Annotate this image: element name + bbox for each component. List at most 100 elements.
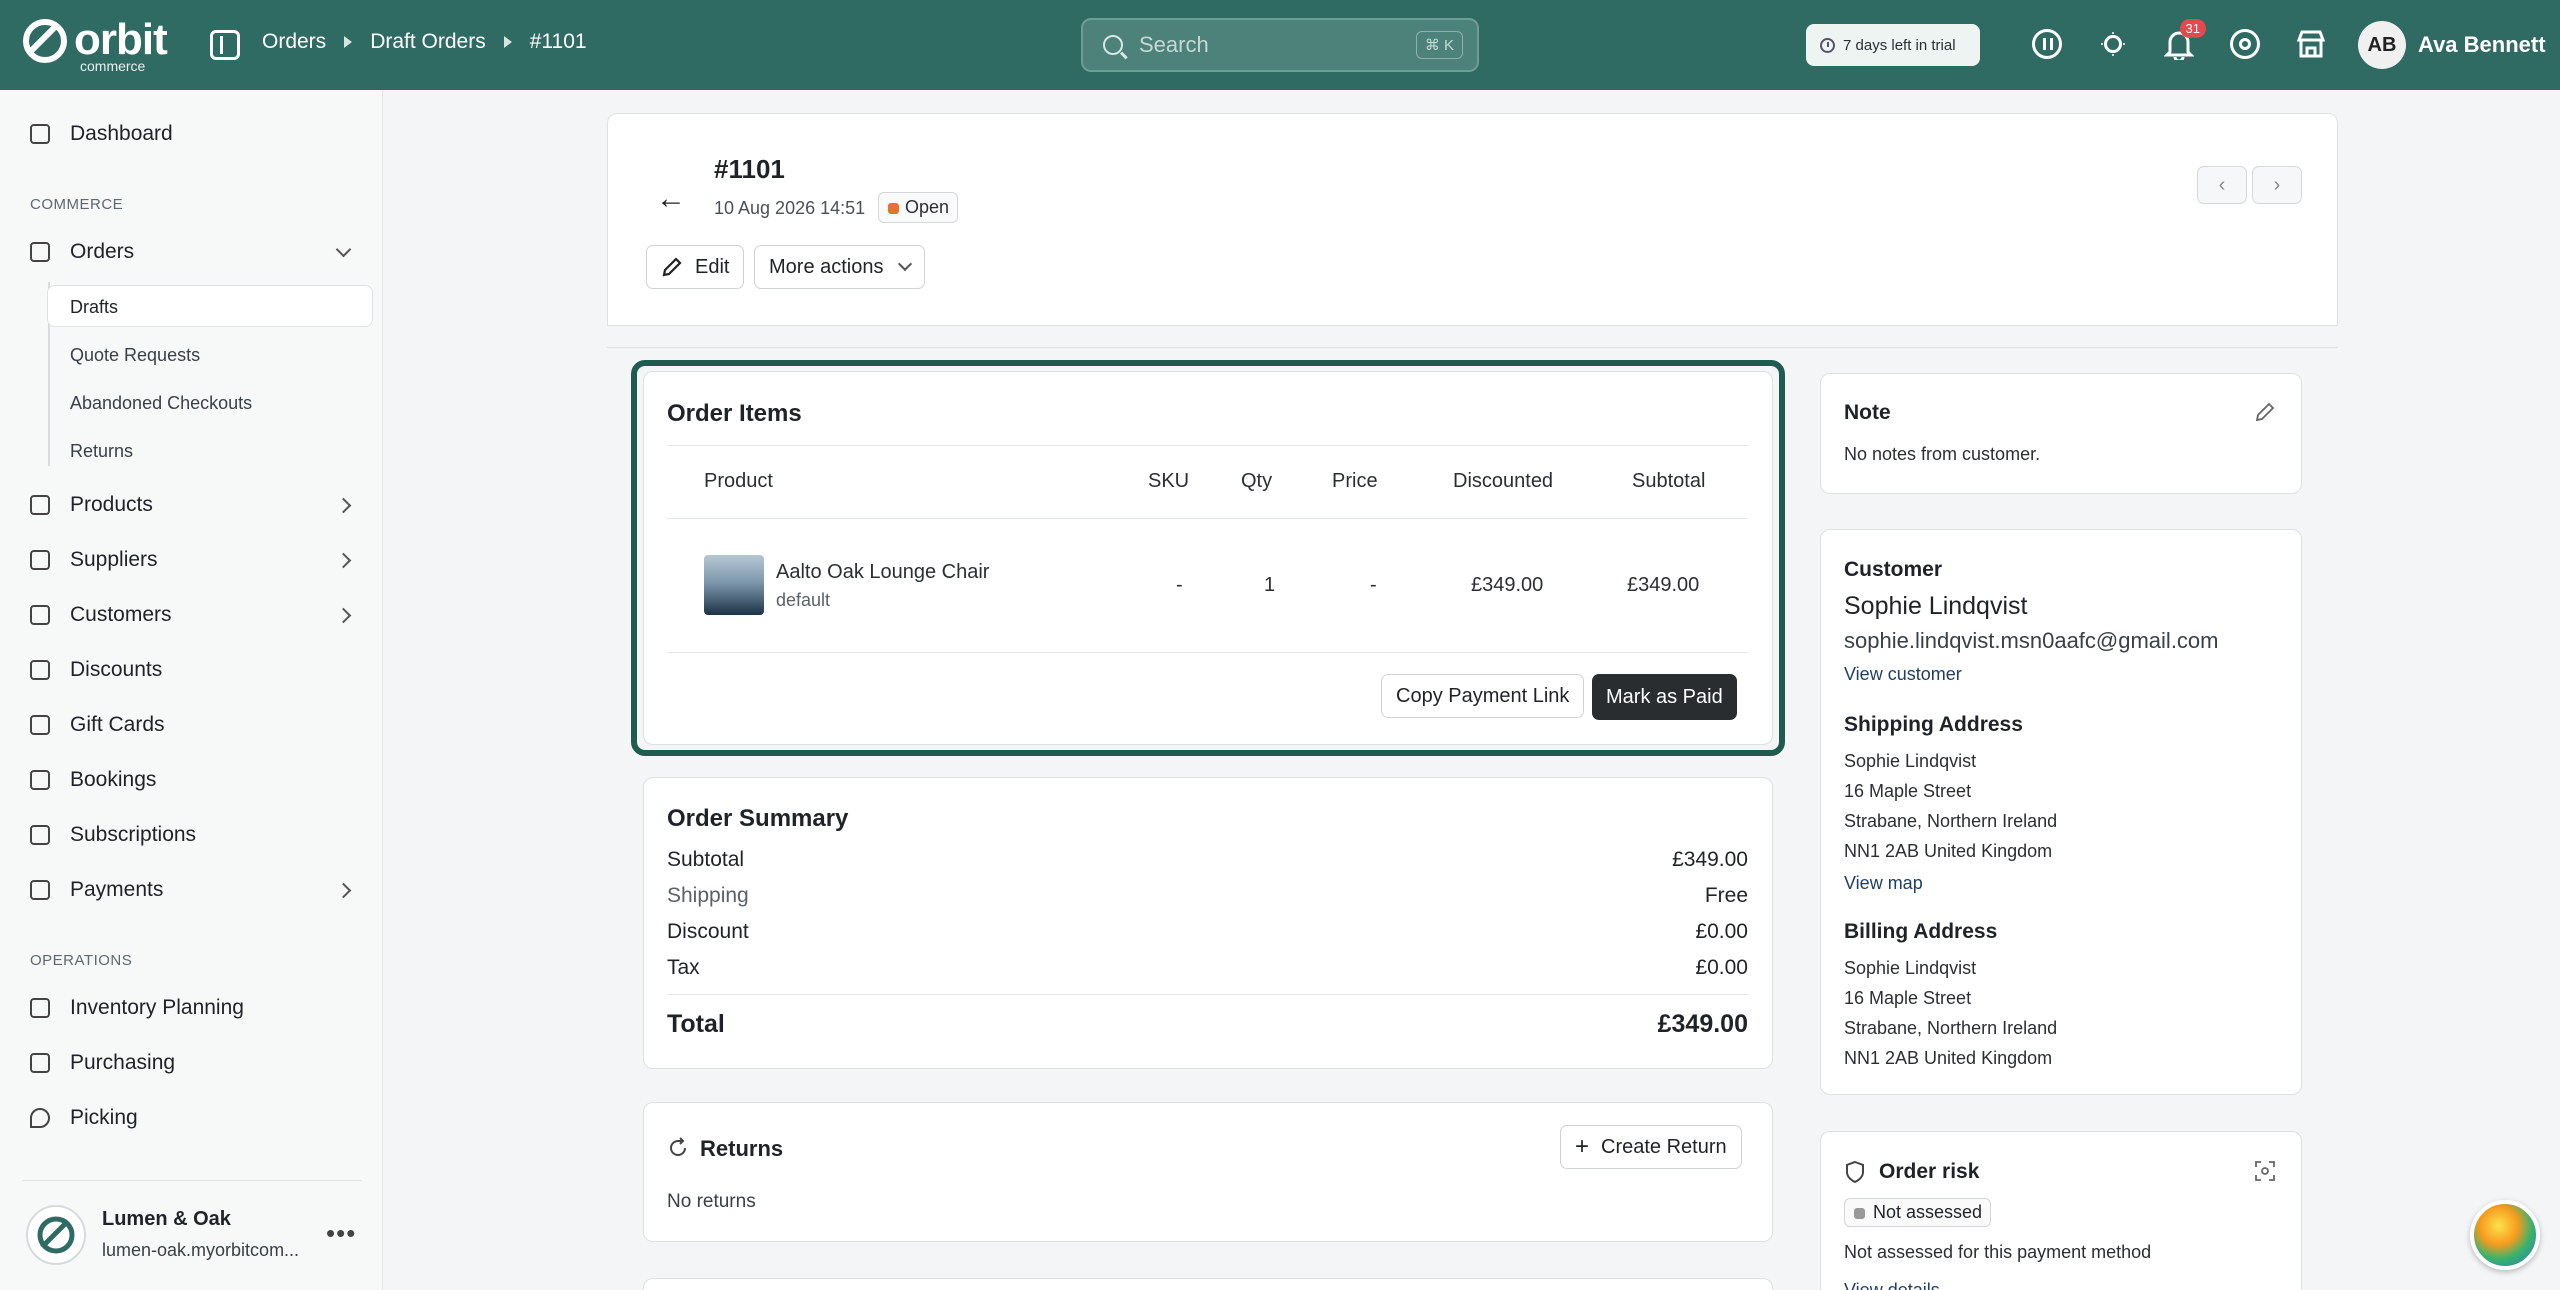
inventory-clipboard-icon bbox=[30, 998, 50, 1018]
edit-note-pencil-icon[interactable] bbox=[2254, 401, 2276, 423]
discount-label: Discount bbox=[667, 920, 749, 943]
sidebar-toggle-icon[interactable] bbox=[210, 30, 240, 60]
returns-card bbox=[643, 1102, 1773, 1242]
billing-address-line: NN1 2AB United Kingdom bbox=[1844, 1048, 2053, 1068]
help-lifebuoy-icon[interactable] bbox=[2228, 27, 2262, 61]
sidebar-item-label: Inventory Planning bbox=[70, 996, 244, 1019]
back-arrow-icon[interactable]: ← bbox=[656, 182, 686, 216]
sidebar-subitem-returns[interactable]: Returns bbox=[70, 441, 133, 462]
customer-email[interactable]: sophie.lindqvist.msn0aafc@gmail.com bbox=[1844, 628, 2219, 654]
tax-value: £0.00 bbox=[1695, 956, 1748, 979]
order-risk-title: Order risk bbox=[1879, 1160, 1980, 1183]
discount-value: £0.00 bbox=[1695, 920, 1748, 943]
mark-as-paid-button[interactable]: Mark as Paid bbox=[1592, 674, 1737, 720]
product-name[interactable]: Aalto Oak Lounge Chair bbox=[776, 561, 989, 584]
store-divider bbox=[22, 1180, 362, 1205]
products-box-icon bbox=[30, 495, 50, 515]
trial-badge[interactable]: 7 days left in trial bbox=[1806, 24, 1980, 66]
product-discounted: £349.00 bbox=[1471, 574, 1544, 596]
customer-name: Sophie Lindqvist bbox=[1844, 592, 2028, 620]
discounts-tag-icon bbox=[30, 660, 50, 680]
shipping-label: Shipping bbox=[667, 884, 749, 907]
column-header-subtotal: Subtotal bbox=[1632, 470, 1706, 492]
sidebar-item-subscriptions[interactable]: Subscriptions bbox=[30, 823, 196, 847]
product-thumbnail[interactable] bbox=[704, 555, 764, 615]
subscriptions-refresh-icon bbox=[30, 825, 50, 845]
store-name[interactable]: Lumen & Oak bbox=[102, 1208, 231, 1231]
bookings-calendar-icon bbox=[30, 770, 50, 790]
order-items-title: Order Items bbox=[667, 400, 802, 427]
user-name[interactable]: Ava Bennett bbox=[2418, 32, 2546, 58]
store-menu-dots-icon[interactable]: ••• bbox=[326, 1218, 356, 1249]
view-map-link[interactable]: View map bbox=[1844, 873, 1923, 894]
theme-sun-icon[interactable] bbox=[2096, 27, 2130, 61]
store-logo[interactable] bbox=[26, 1205, 86, 1265]
returns-empty-text: No returns bbox=[667, 1191, 756, 1212]
summary-row-discount: Discount £0.00 bbox=[667, 920, 1748, 944]
breadcrumb-draft-orders[interactable]: Draft Orders bbox=[370, 30, 486, 54]
sidebar-item-inventory-planning[interactable]: Inventory Planning bbox=[30, 996, 244, 1020]
sidebar-item-picking[interactable]: Picking bbox=[30, 1106, 138, 1130]
order-header-card: ← #1101 10 Aug 2026 14:51 Open Edit More… bbox=[607, 113, 2338, 326]
notifications-bell-icon[interactable]: 31 bbox=[2162, 19, 2206, 61]
copy-payment-link-button[interactable]: Copy Payment Link bbox=[1381, 674, 1585, 718]
picking-pin-icon bbox=[30, 1108, 50, 1128]
sidebar-item-label: Discounts bbox=[70, 658, 163, 681]
chevron-right-icon bbox=[335, 497, 352, 513]
more-actions-button[interactable]: More actions bbox=[754, 245, 925, 289]
search-placeholder: Search bbox=[1139, 32, 1209, 57]
tax-label: Tax bbox=[667, 956, 700, 979]
sidebar-item-products[interactable]: Products bbox=[30, 493, 353, 517]
store-icon[interactable] bbox=[2294, 27, 2328, 61]
subtotal-value: £349.00 bbox=[1672, 848, 1748, 871]
search-input[interactable]: Search ⌘ K bbox=[1081, 18, 1479, 72]
sidebar-subitem-drafts[interactable]: Drafts bbox=[70, 297, 118, 318]
assistant-avatar[interactable] bbox=[2470, 1200, 2540, 1270]
shipping-value: Free bbox=[1704, 884, 1748, 907]
chevron-right-icon bbox=[335, 607, 352, 623]
sidebar-item-label: Suppliers bbox=[70, 548, 158, 571]
create-return-button[interactable]: + Create Return bbox=[1560, 1125, 1742, 1169]
breadcrumb-orders[interactable]: Orders bbox=[262, 30, 326, 54]
expand-scan-icon[interactable] bbox=[2254, 1160, 2276, 1182]
orbit-logo-icon bbox=[23, 19, 67, 63]
section-commerce: COMMERCE bbox=[30, 196, 124, 213]
store-url[interactable]: lumen-oak.myorbitcom... bbox=[102, 1240, 299, 1261]
chevron-left-icon: ‹ bbox=[2218, 173, 2226, 196]
sidebar-item-bookings[interactable]: Bookings bbox=[30, 768, 156, 792]
next-card bbox=[643, 1278, 1773, 1290]
suppliers-building-icon bbox=[30, 550, 50, 570]
total-label: Total bbox=[667, 1010, 725, 1038]
section-operations: OPERATIONS bbox=[30, 952, 133, 969]
notifications-count: 31 bbox=[2179, 19, 2206, 38]
sidebar-item-label: Gift Cards bbox=[70, 713, 165, 736]
billing-address-title: Billing Address bbox=[1844, 920, 1998, 943]
purchasing-bag-icon bbox=[30, 1053, 50, 1073]
sidebar-item-purchasing[interactable]: Purchasing bbox=[30, 1051, 175, 1075]
top-bar: orbit commerce Orders Draft Orders #1101… bbox=[0, 0, 2560, 90]
chevron-right-icon bbox=[335, 552, 352, 568]
sidebar-item-dashboard[interactable]: Dashboard bbox=[30, 122, 173, 146]
edit-button[interactable]: Edit bbox=[646, 245, 745, 289]
previous-order-button[interactable]: ‹ bbox=[2197, 166, 2247, 204]
sidebar-subitem-quote-requests[interactable]: Quote Requests bbox=[70, 345, 200, 366]
sidebar-item-customers[interactable]: Customers bbox=[30, 603, 353, 627]
returns-title: Returns bbox=[700, 1136, 784, 1161]
sidebar-item-suppliers[interactable]: Suppliers bbox=[30, 548, 353, 572]
view-customer-link[interactable]: View customer bbox=[1844, 664, 1962, 685]
breadcrumb-current: #1101 bbox=[529, 30, 587, 53]
order-date: 10 Aug 2026 14:51 bbox=[714, 198, 866, 218]
sidebar-item-payments[interactable]: Payments bbox=[30, 878, 353, 902]
sidebar-item-label: Dashboard bbox=[70, 122, 173, 145]
sidebar-item-orders[interactable]: Orders bbox=[30, 240, 353, 264]
view-risk-details-link[interactable]: View details bbox=[1844, 1280, 1940, 1290]
pause-icon[interactable] bbox=[2030, 27, 2064, 61]
sidebar-item-gift-cards[interactable]: Gift Cards bbox=[30, 713, 165, 737]
sidebar-item-discounts[interactable]: Discounts bbox=[30, 658, 162, 682]
user-avatar[interactable]: AB bbox=[2358, 21, 2406, 69]
next-order-button[interactable]: › bbox=[2252, 166, 2302, 204]
table-divider bbox=[667, 652, 1748, 653]
returns-refresh-icon bbox=[670, 1137, 686, 1156]
sidebar-subitem-abandoned-checkouts[interactable]: Abandoned Checkouts bbox=[70, 393, 252, 414]
pencil-icon bbox=[662, 257, 682, 277]
